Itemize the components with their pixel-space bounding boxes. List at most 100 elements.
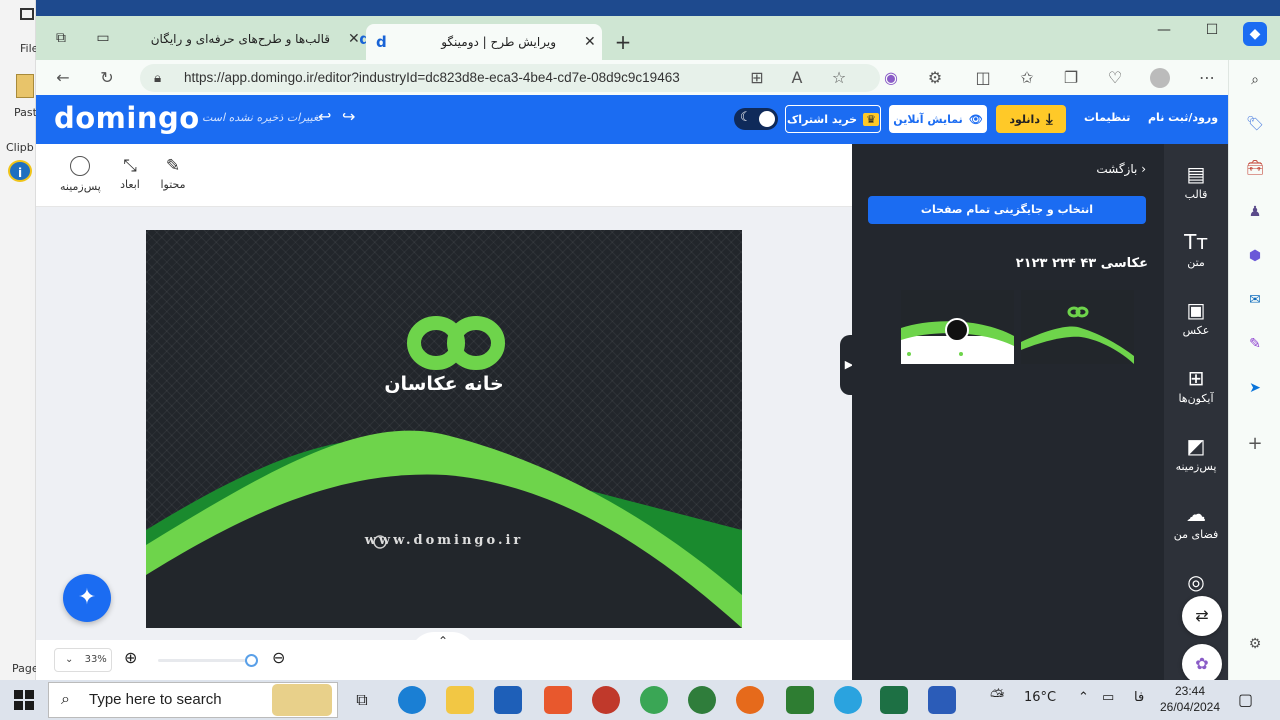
- telegram-app-icon[interactable]: [834, 686, 862, 714]
- card-brand-name[interactable]: خانه عکاسان: [146, 373, 742, 395]
- zoom-level-select[interactable]: ⌄ 33%: [54, 648, 112, 672]
- add-sidebar-app-icon[interactable]: +: [1243, 432, 1267, 456]
- word-icon[interactable]: [928, 686, 956, 714]
- save-icon[interactable]: [20, 8, 34, 20]
- file-explorer-icon[interactable]: [446, 686, 474, 714]
- outlook-icon[interactable]: ✉: [1243, 288, 1267, 312]
- tab-editor[interactable]: d ویرایش طرح | دومینگو ✕: [366, 24, 602, 60]
- sidebar-item-my-space[interactable]: ☁ فضای من: [1164, 502, 1228, 541]
- copilot-extension-icon[interactable]: ◉: [880, 68, 902, 87]
- sidebar-item-text[interactable]: Tт متن: [1164, 230, 1228, 269]
- language-indicator[interactable]: فا: [1134, 690, 1144, 705]
- live-preview-button[interactable]: 👁︎ نمایش آنلاین: [889, 105, 987, 133]
- shopping-tag-icon[interactable]: 🏷︎: [1243, 112, 1267, 136]
- app-p-icon[interactable]: [592, 686, 620, 714]
- maximize-icon[interactable]: ☐: [1198, 22, 1226, 38]
- template-thumbnail-back[interactable]: [901, 290, 1014, 364]
- new-tab-icon[interactable]: +: [614, 30, 632, 54]
- search-icon: ⌕: [61, 691, 70, 708]
- sidebar-item-icons[interactable]: ⊞ آیکون‌ها: [1164, 366, 1228, 405]
- content-tool[interactable]: ✎ محتوا: [153, 156, 193, 191]
- tools-icon[interactable]: 🧰︎: [1243, 156, 1267, 180]
- minimize-icon[interactable]: —: [1150, 22, 1178, 38]
- domingo-logo[interactable]: domingo: [54, 101, 200, 135]
- sidebar-item-more[interactable]: ◎: [1164, 570, 1228, 596]
- search-icon[interactable]: ⌕: [1243, 68, 1267, 92]
- temperature-text[interactable]: 16°C: [1024, 690, 1056, 705]
- globe-app-icon[interactable]: [688, 686, 716, 714]
- more-menu-icon[interactable]: ⋯: [1196, 68, 1218, 87]
- copilot-float-icon[interactable]: ✿: [1182, 644, 1222, 684]
- template-panel: ‹ بازگشت انتخاب و جایگزینی تمام صفحات عک…: [852, 144, 1164, 680]
- moon-icon: ☾: [740, 110, 752, 125]
- template-thumbnail-front[interactable]: [1021, 290, 1134, 364]
- sidebar-item-templates[interactable]: ▤ قالب: [1164, 162, 1228, 201]
- store-icon[interactable]: [494, 686, 522, 714]
- battery-icon[interactable]: ▭: [1102, 690, 1114, 705]
- lock-icon[interactable]: 🔒︎: [154, 64, 161, 92]
- microsoft365-icon[interactable]: ⬢: [1243, 244, 1267, 268]
- icons-grid-icon: ⊞: [1187, 366, 1205, 390]
- sidebar-settings-icon[interactable]: ⚙: [1243, 632, 1267, 656]
- firefox-icon[interactable]: [736, 686, 764, 714]
- dark-mode-toggle[interactable]: ☾: [734, 108, 778, 130]
- profile-avatar[interactable]: [1150, 68, 1170, 88]
- performance-icon[interactable]: ♡: [1104, 68, 1126, 87]
- favorite-star-icon[interactable]: ☆: [828, 68, 850, 87]
- paste-icon[interactable]: [16, 74, 34, 98]
- sheets-icon[interactable]: [786, 686, 814, 714]
- split-screen-icon[interactable]: ◫: [972, 68, 994, 87]
- task-view-icon[interactable]: ⧉: [348, 686, 376, 714]
- background-tool[interactable]: پس‌زمینه: [60, 156, 101, 193]
- url-field[interactable]: 🔒︎ https://app.domingo.ir/editor?industr…: [140, 64, 880, 92]
- zoom-in-icon[interactable]: ⊕: [124, 648, 137, 667]
- pages-expand-button[interactable]: ⌃: [410, 632, 476, 656]
- collections-icon[interactable]: ❐: [1060, 68, 1082, 87]
- designer-icon[interactable]: ✎: [1243, 332, 1267, 356]
- excel-icon[interactable]: [880, 686, 908, 714]
- notifications-icon[interactable]: ▢: [1238, 690, 1253, 709]
- tray-chevron-icon[interactable]: ⌃: [1078, 690, 1089, 705]
- app-available-icon[interactable]: ⊞: [746, 68, 768, 87]
- back-link[interactable]: ‹ بازگشت: [1096, 162, 1146, 176]
- zoom-out-icon[interactable]: ⊖: [272, 648, 285, 667]
- edge-app-icon[interactable]: [398, 686, 426, 714]
- favorites-icon[interactable]: ✩: [1016, 68, 1038, 87]
- windows-start-icon[interactable]: [14, 690, 34, 710]
- telegram-icon[interactable]: ➤: [1243, 376, 1267, 400]
- top-navigation: domingo ↪ ↩ تغییرات ذخیره نشده است ☾ ♛ خ…: [36, 95, 1228, 144]
- close-tab-icon[interactable]: ✕: [348, 31, 360, 47]
- magic-wand-button[interactable]: ✦: [63, 574, 111, 622]
- copilot-icon[interactable]: ◆: [1243, 22, 1267, 46]
- select-all-pages-button[interactable]: انتخاب و جایگزینی تمام صفحات: [868, 196, 1146, 224]
- translate-icon[interactable]: ⇄: [1182, 596, 1222, 636]
- subscribe-button[interactable]: ♛ خرید اشتراک: [785, 105, 881, 133]
- sidebar-item-background[interactable]: ◩ پس‌زمینه: [1164, 434, 1228, 473]
- weather-icon[interactable]: ⛅︎: [990, 686, 1004, 707]
- card-website[interactable]: www.domingo.ir: [146, 533, 742, 548]
- design-canvas[interactable]: خانه عکاسان www.domingo.ir: [146, 230, 742, 628]
- tab-actions-icon[interactable]: ▭: [94, 30, 112, 48]
- refresh-icon[interactable]: ↻: [96, 68, 118, 87]
- app-c-icon[interactable]: [544, 686, 572, 714]
- extensions-icon[interactable]: ⚙: [924, 68, 946, 87]
- settings-link[interactable]: تنظیمات: [1084, 111, 1130, 124]
- games-icon[interactable]: ♟: [1243, 200, 1267, 224]
- zoom-slider[interactable]: [158, 654, 258, 667]
- redo-icon[interactable]: ↪: [342, 107, 355, 126]
- dimensions-tool[interactable]: ⤡ ابعاد: [110, 156, 150, 191]
- close-tab-icon[interactable]: ✕: [584, 34, 596, 50]
- template-icon: ▤: [1186, 162, 1206, 186]
- zoom-slider-thumb[interactable]: [245, 654, 258, 667]
- sidebar-item-image[interactable]: ▣ عکس: [1164, 298, 1228, 337]
- workspaces-icon[interactable]: ⧉: [52, 30, 70, 48]
- taskbar-clock[interactable]: 23:44 26/04/2024: [1158, 683, 1222, 715]
- read-aloud-icon[interactable]: A: [786, 68, 808, 87]
- download-button[interactable]: ⤓ دانلود: [996, 105, 1066, 133]
- info-icon: i: [8, 160, 32, 182]
- chrome-icon[interactable]: [640, 686, 668, 714]
- text-icon: Tт: [1184, 230, 1208, 254]
- back-arrow-icon[interactable]: ←: [52, 68, 74, 87]
- login-link[interactable]: ورود/ثبت نام: [1148, 111, 1218, 124]
- tab-templates[interactable]: d قالب‌ها و طرح‌های حرفه‌ای و رایگان ✕: [136, 24, 370, 54]
